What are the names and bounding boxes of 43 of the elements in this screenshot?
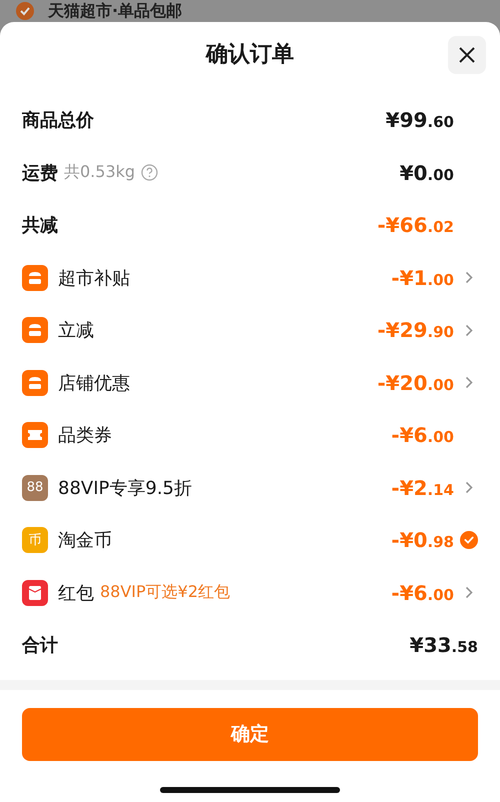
chevron-icon (465, 376, 473, 390)
discount-label: 立减 (58, 319, 94, 342)
close-button[interactable] (448, 36, 486, 74)
row-label: 共减 (22, 214, 58, 238)
price: -¥66.02 (377, 213, 454, 238)
price: -¥6.00 (391, 580, 454, 605)
price: -¥0.98 (391, 528, 454, 552)
discount-label: 店铺优惠 (58, 372, 130, 395)
discount-label: 品类券 (58, 424, 112, 448)
discount-label: 超市补贴 (58, 266, 130, 290)
price: -¥20.00 (377, 370, 454, 395)
price: -¥29.90 (377, 318, 454, 342)
row-label: 商品总价 (22, 109, 94, 132)
ticket-icon (22, 422, 48, 448)
store-icon (22, 370, 48, 396)
discount-label: 淘金币 (58, 529, 112, 552)
total-label: 合计 (22, 634, 58, 658)
promo-note: 88VIP可选¥2红包 (100, 582, 230, 604)
price: ¥0.00 (400, 160, 454, 185)
discount-label: 红包 (58, 582, 94, 605)
confirm-button[interactable]: 确定 (22, 708, 478, 760)
chevron-icon (465, 586, 473, 600)
help-icon[interactable] (141, 164, 158, 182)
weight-note: 共0.53kg (64, 162, 136, 184)
chevron-icon (465, 271, 473, 284)
store-icon (22, 264, 48, 291)
check-icon[interactable] (460, 529, 478, 552)
discount-label: 88VIP专享9.5折 (58, 476, 192, 500)
price: -¥2.14 (391, 476, 454, 500)
price: ¥33.58 (410, 633, 478, 658)
chevron-icon (465, 481, 473, 494)
store-icon (22, 317, 48, 344)
vip-badge-icon: 88 (22, 474, 48, 501)
sheet-title: 确认订单 (206, 41, 294, 69)
price: -¥6.00 (391, 423, 454, 448)
coin-icon: 币 (22, 527, 48, 554)
shipping-label: 天猫超市·单品包邮 (48, 1, 182, 21)
row-label: 运费 (22, 162, 58, 185)
price: -¥1.00 (391, 266, 454, 290)
price: ¥99.60 (386, 108, 454, 132)
chevron-icon (465, 324, 473, 337)
close-icon (458, 46, 476, 64)
envelope-icon (22, 580, 48, 606)
